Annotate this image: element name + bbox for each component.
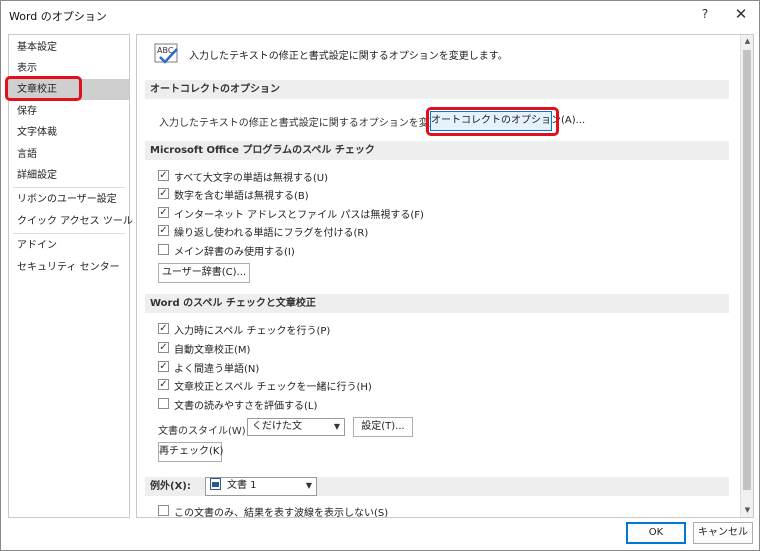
exceptions-document-select[interactable]: 文書 1 ▼ xyxy=(205,477,317,496)
sidebar-divider xyxy=(13,187,125,188)
sidebar-item-advanced[interactable]: 詳細設定 xyxy=(9,165,129,186)
dialog-title: Word のオプション xyxy=(9,10,107,23)
option-label: 繰り返し使われる単語にフラグを付ける(R) xyxy=(174,228,369,239)
option-label: インターネット アドレスとファイル パスは無視する(F) xyxy=(174,210,424,221)
checkbox-mark-grammar-errors[interactable]: ✓ xyxy=(158,342,169,353)
checkbox-ignore-uppercase[interactable]: ✓ xyxy=(158,170,169,181)
option-label: 数字を含む単語は無視する(B) xyxy=(174,191,309,202)
scroll-thumb[interactable] xyxy=(743,50,751,490)
proofing-header-text: 入力したテキストの修正と書式設定に関するオプションを変更します。 xyxy=(189,51,508,62)
close-button[interactable]: ✕ xyxy=(724,3,758,25)
autocorrect-highlight-box xyxy=(426,107,559,136)
checkbox-ignore-numbers[interactable]: ✓ xyxy=(158,188,169,199)
writing-style-value: くだけた文 xyxy=(252,421,302,432)
sidebar-item-trust-center[interactable]: セキュリティ センター xyxy=(9,257,129,278)
sidebar-item-quick-access-toolbar[interactable]: クイック アクセス ツール バー xyxy=(9,211,156,232)
section-autocorrect-title: オートコレクトのオプション xyxy=(145,80,729,99)
chevron-down-icon: ▼ xyxy=(305,481,312,490)
checkbox-frequently-confused-words[interactable]: ✓ xyxy=(158,361,169,372)
proofing-highlight-box xyxy=(5,76,82,101)
abc-check-icon: ABC xyxy=(154,43,178,64)
checkbox-main-dictionary-only[interactable] xyxy=(158,244,169,255)
chevron-down-icon: ▼ xyxy=(333,422,340,431)
title-bar: Word のオプション ? ✕ xyxy=(1,1,759,29)
sidebar-item-typography[interactable]: 文字体裁 xyxy=(9,122,129,143)
option-label: 入力時にスペル チェックを行う(P) xyxy=(174,326,331,337)
sidebar-item-addins[interactable]: アドイン xyxy=(9,235,129,256)
option-label: 文章校正とスペル チェックを一緒に行う(H) xyxy=(174,382,372,393)
writing-style-label: 文書のスタイル(W): xyxy=(158,426,250,437)
checkbox-readability-statistics[interactable] xyxy=(158,398,169,409)
option-label: すべて大文字の単語は無視する(U) xyxy=(174,173,329,184)
checkbox-check-spelling-as-you-type[interactable]: ✓ xyxy=(158,323,169,334)
vertical-scrollbar[interactable]: ▲ ▼ xyxy=(740,35,753,517)
checkbox-flag-repeated-words[interactable]: ✓ xyxy=(158,225,169,236)
checkbox-hide-spelling-errors[interactable] xyxy=(158,505,169,516)
ok-button[interactable]: OK xyxy=(626,522,686,544)
custom-dictionaries-button[interactable]: ユーザー辞書(C)... xyxy=(158,263,250,283)
cancel-button[interactable]: キャンセル xyxy=(693,522,753,544)
writing-style-select[interactable]: くだけた文 ▼ xyxy=(247,418,345,436)
section-office-spelling-title: Microsoft Office プログラムのスペル チェック xyxy=(145,141,729,160)
exceptions-document-value: 文書 1 xyxy=(227,480,257,491)
scroll-up-icon[interactable]: ▲ xyxy=(741,35,753,48)
sidebar-item-general[interactable]: 基本設定 xyxy=(9,37,129,58)
options-content: ABC 入力したテキストの修正と書式設定に関するオプションを変更します。 オート… xyxy=(136,34,754,518)
help-button[interactable]: ? xyxy=(688,3,722,25)
recheck-document-button[interactable]: 再チェック(K) xyxy=(158,442,223,462)
scroll-down-icon[interactable]: ▼ xyxy=(741,504,753,517)
exceptions-label: 例外(X): xyxy=(150,481,191,492)
option-label: メイン辞書のみ使用する(I) xyxy=(174,247,295,258)
checkbox-ignore-internet-addresses[interactable]: ✓ xyxy=(158,207,169,218)
options-sidebar: 基本設定 表示 文章校正 保存 文字体裁 言語 詳細設定 リボンのユーザー設定 … xyxy=(8,34,156,518)
sidebar-item-customize-ribbon[interactable]: リボンのユーザー設定 xyxy=(9,189,129,210)
option-label: この文書のみ、結果を表す波線を表示しない(S) xyxy=(174,508,389,518)
word-options-dialog: Word のオプション ? ✕ 基本設定 表示 文章校正 保存 文字体裁 言語 … xyxy=(0,0,760,551)
word-document-icon xyxy=(210,478,221,490)
sidebar-item-language[interactable]: 言語 xyxy=(9,144,129,165)
sidebar-item-save[interactable]: 保存 xyxy=(9,101,129,122)
grammar-settings-button[interactable]: 設定(T)... xyxy=(353,417,413,437)
option-label: よく間違う単語(N) xyxy=(174,364,260,375)
option-label: 文書の読みやすさを評価する(L) xyxy=(174,401,318,412)
section-word-spelling-title: Word のスペル チェックと文章校正 xyxy=(145,294,729,313)
checkbox-check-grammar-with-spelling[interactable]: ✓ xyxy=(158,379,169,390)
sidebar-divider xyxy=(13,233,125,234)
option-label: 自動文章校正(M) xyxy=(174,345,251,356)
